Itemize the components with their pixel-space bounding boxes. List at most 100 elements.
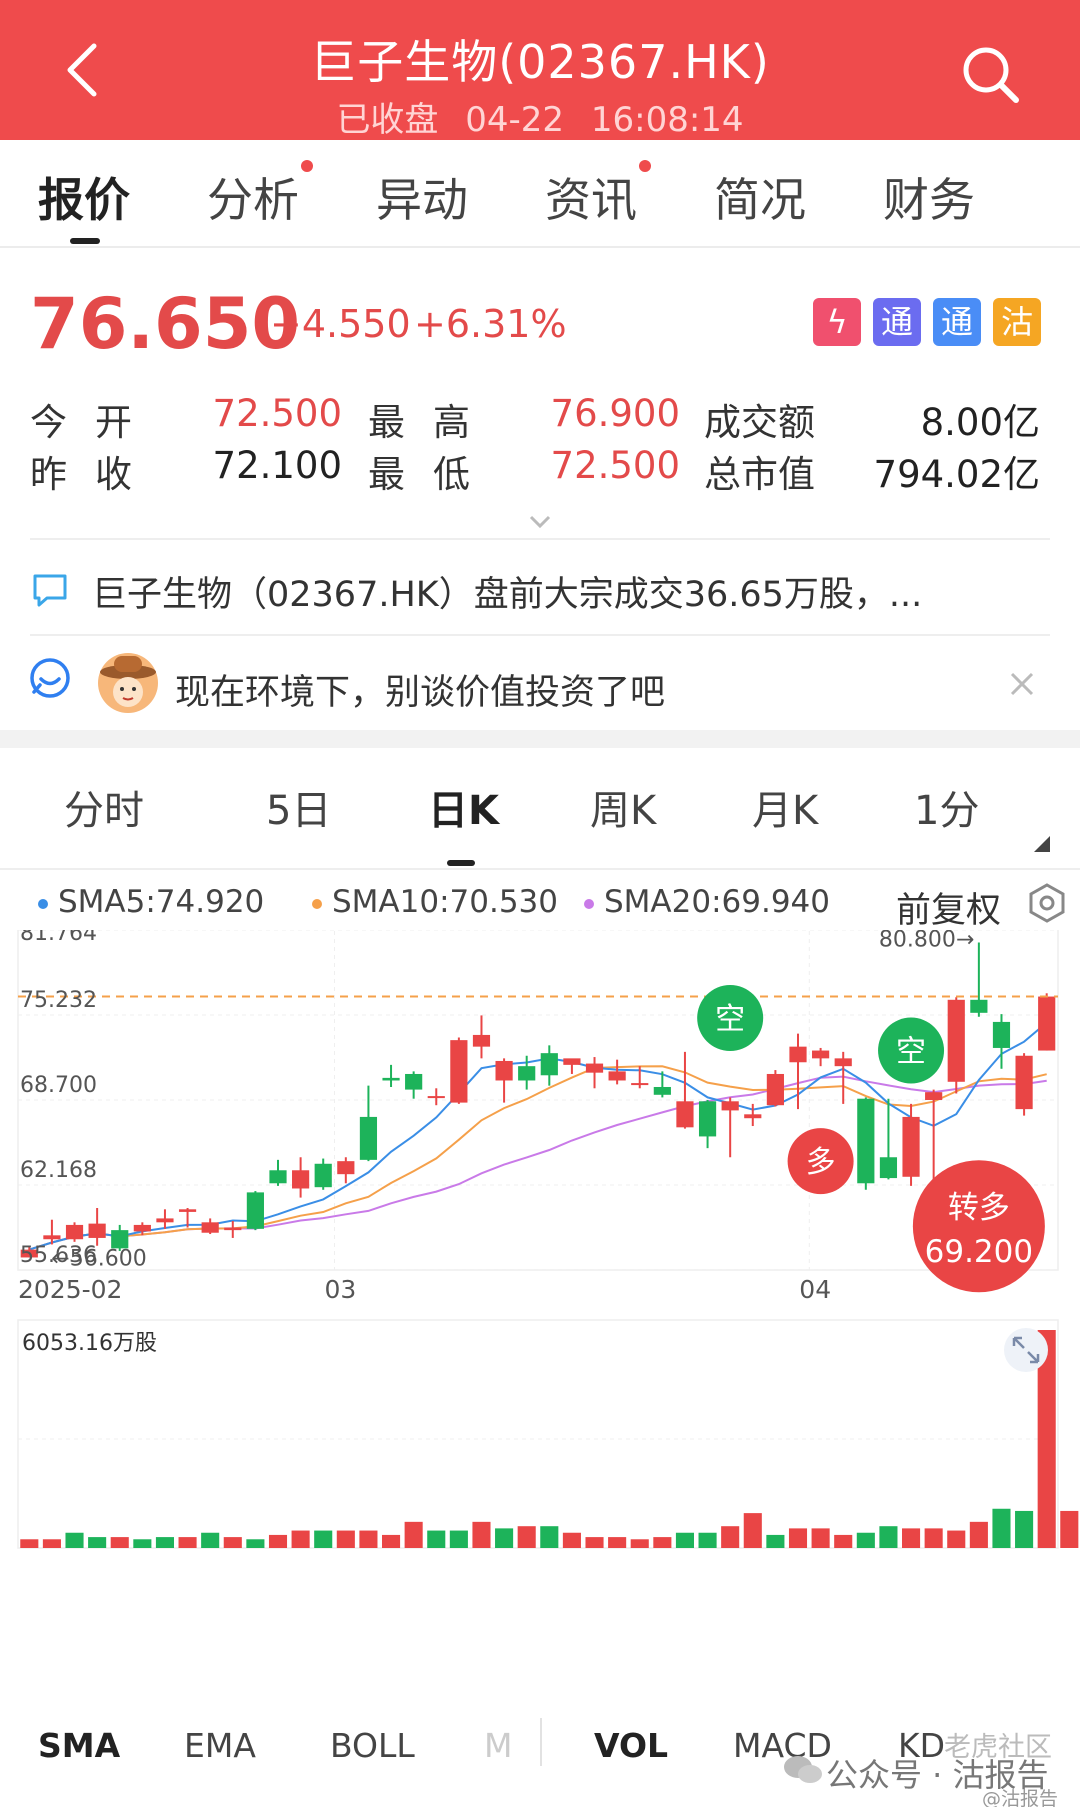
search-icon[interactable] bbox=[958, 42, 1022, 106]
candle-body[interactable] bbox=[292, 1170, 310, 1189]
volume-bar bbox=[133, 1539, 152, 1548]
candle-body[interactable] bbox=[902, 1116, 920, 1177]
community-row[interactable]: 现在环境下，别谈价值投资了吧 bbox=[0, 640, 1080, 726]
candle-body[interactable] bbox=[382, 1077, 400, 1081]
candle-body[interactable] bbox=[156, 1218, 174, 1223]
volume-bar bbox=[223, 1537, 242, 1548]
candle-body[interactable] bbox=[698, 1101, 717, 1137]
period-tab-weekly[interactable]: 周K bbox=[590, 778, 656, 836]
candle-body[interactable] bbox=[450, 1040, 468, 1103]
candle-body[interactable] bbox=[857, 1098, 875, 1184]
app-root: 巨子生物(02367.HK) 已收盘 04-22 16:08:14 报价 分析 … bbox=[0, 0, 1080, 1807]
stock-connect-badge[interactable]: 通 bbox=[873, 298, 921, 346]
lightning-badge-icon[interactable]: ϟ bbox=[813, 298, 861, 346]
tab-news[interactable]: 资讯 bbox=[545, 160, 651, 230]
candle-body[interactable] bbox=[65, 1224, 84, 1240]
candle-body[interactable] bbox=[224, 1227, 242, 1231]
period-tab-1min[interactable]: 1分 bbox=[914, 778, 979, 836]
candle-body[interactable] bbox=[269, 1170, 287, 1184]
news-ticker[interactable]: 巨子生物（02367.HK）盘前大宗成交36.65万股，... bbox=[30, 566, 1050, 626]
prev-close-label: 昨收 bbox=[30, 453, 160, 496]
tab-profile[interactable]: 简况 bbox=[714, 164, 806, 230]
market-status: 已收盘 04-22 16:08:14 bbox=[0, 92, 1080, 141]
candle-body[interactable] bbox=[608, 1071, 626, 1081]
candle-body[interactable] bbox=[1038, 996, 1056, 1051]
tab-analysis[interactable]: 分析 bbox=[207, 160, 313, 230]
period-tab-5day[interactable]: 5日 bbox=[266, 778, 331, 836]
candle-body[interactable] bbox=[518, 1066, 536, 1081]
stock-connect-badge[interactable]: 通 bbox=[933, 298, 981, 346]
chevron-down-icon[interactable] bbox=[528, 514, 552, 530]
candle-body[interactable] bbox=[88, 1223, 106, 1238]
price-change: +4.550 bbox=[270, 302, 411, 346]
volume-bar bbox=[540, 1526, 559, 1548]
volume-bar bbox=[449, 1530, 468, 1548]
candle-body[interactable] bbox=[879, 1157, 898, 1179]
divider bbox=[30, 634, 1050, 636]
candle-body[interactable] bbox=[427, 1096, 445, 1099]
volume-bar bbox=[698, 1532, 717, 1548]
indicator-tab-more[interactable]: M bbox=[484, 1726, 512, 1765]
expand-icon[interactable] bbox=[1004, 1328, 1048, 1372]
message-bubble-icon bbox=[33, 574, 67, 607]
candle-body[interactable] bbox=[585, 1063, 604, 1073]
volume-bar bbox=[88, 1537, 107, 1548]
candle-body[interactable] bbox=[405, 1073, 423, 1090]
candlestick-chart[interactable]: 81.76475.23268.70062.16855.6362025-02 03 0… bbox=[0, 930, 1080, 1700]
tab-movement[interactable]: 异动 bbox=[376, 164, 468, 230]
volume-bar bbox=[834, 1534, 853, 1548]
candle-body[interactable] bbox=[721, 1101, 739, 1111]
candle-body[interactable] bbox=[970, 999, 988, 1013]
market-status-time: 16:08:14 bbox=[590, 100, 744, 140]
short-sell-badge[interactable]: 沽 bbox=[993, 298, 1041, 346]
watermark-handle: @沽报告 bbox=[982, 1788, 1059, 1807]
candle-body[interactable] bbox=[43, 1235, 61, 1240]
candle-body[interactable] bbox=[766, 1073, 784, 1106]
settings-hexagon-icon[interactable] bbox=[1026, 882, 1068, 924]
tab-quote[interactable]: 报价 bbox=[38, 164, 130, 230]
candle-body[interactable] bbox=[744, 1114, 762, 1119]
candle-body[interactable] bbox=[812, 1050, 830, 1059]
candle-body[interactable] bbox=[133, 1224, 151, 1232]
indicator-tab-vol[interactable]: VOL bbox=[594, 1726, 668, 1765]
candle-body[interactable] bbox=[925, 1092, 943, 1100]
candle-body[interactable] bbox=[1015, 1055, 1033, 1110]
candle-body[interactable] bbox=[631, 1083, 649, 1086]
period-tab-daily[interactable]: 日K bbox=[428, 778, 499, 836]
sma5-legend: SMA5:74.920 bbox=[38, 884, 264, 920]
indicator-tab-ema[interactable]: EMA bbox=[184, 1726, 256, 1765]
volume-bar bbox=[1015, 1510, 1034, 1548]
candle-body[interactable] bbox=[540, 1053, 558, 1076]
candle-body[interactable] bbox=[359, 1116, 378, 1160]
candle-body[interactable] bbox=[201, 1222, 219, 1233]
adjust-toggle[interactable]: 前复权 bbox=[896, 882, 1001, 933]
candle-body[interactable] bbox=[178, 1209, 197, 1212]
candle-body[interactable] bbox=[246, 1192, 264, 1229]
tab-financials[interactable]: 财务 bbox=[883, 164, 975, 230]
candle-body[interactable] bbox=[789, 1046, 807, 1063]
candle-body[interactable] bbox=[676, 1101, 694, 1128]
y-axis-label: 81.764 bbox=[20, 930, 97, 946]
volume-bar bbox=[675, 1532, 694, 1548]
candle-body[interactable] bbox=[314, 1163, 332, 1188]
open-label: 今开 bbox=[30, 401, 160, 444]
candle-body[interactable] bbox=[834, 1058, 852, 1067]
candle-body[interactable] bbox=[563, 1058, 581, 1065]
candle-body[interactable] bbox=[472, 1034, 491, 1047]
volume-bar bbox=[155, 1537, 174, 1548]
close-icon[interactable] bbox=[1008, 670, 1036, 698]
volume-bar bbox=[902, 1528, 921, 1548]
indicator-tab-sma[interactable]: SMA bbox=[38, 1726, 120, 1765]
candle-body[interactable] bbox=[653, 1086, 671, 1095]
indicator-tab-boll[interactable]: BOLL bbox=[330, 1726, 415, 1765]
candle-body[interactable] bbox=[495, 1060, 513, 1081]
candle-body[interactable] bbox=[992, 1021, 1011, 1048]
candle-body[interactable] bbox=[337, 1161, 355, 1175]
more-periods-icon[interactable] bbox=[1034, 836, 1050, 852]
volume-bar bbox=[721, 1526, 740, 1548]
period-tab-intraday[interactable]: 分时 bbox=[64, 778, 144, 836]
candle-body[interactable] bbox=[947, 999, 965, 1082]
signal-label: 空 bbox=[715, 1002, 745, 1037]
period-tab-monthly[interactable]: 月K bbox=[752, 778, 818, 836]
sma10-legend: SMA10:70.530 bbox=[312, 884, 558, 920]
